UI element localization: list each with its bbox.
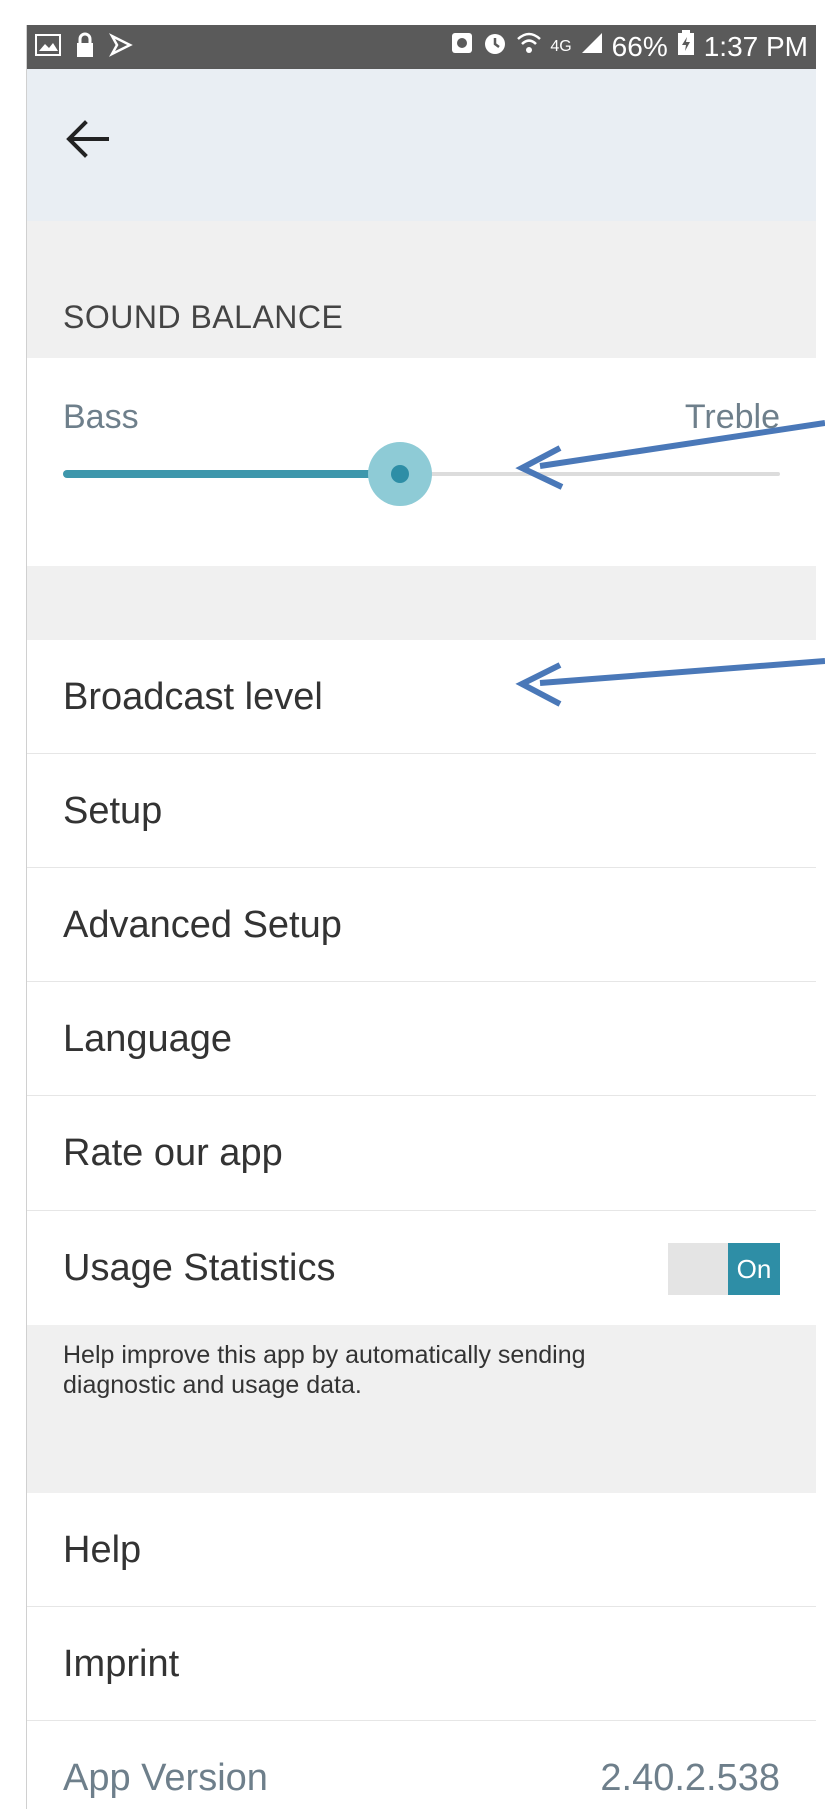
usage-statistics-item: Usage Statistics On [27,1211,816,1324]
toggle-knob: On [728,1243,780,1295]
setup-label: Setup [63,790,163,832]
treble-label: Treble [684,398,780,436]
advanced-setup-item[interactable]: Advanced Setup [27,868,816,981]
section-spacer [27,566,816,640]
usage-help-panel: Help improve this app by automatically s… [27,1325,816,1493]
app-bar [27,69,816,221]
cast-icon [108,33,133,65]
network-type: 4G [550,38,572,55]
broadcast-level-label: Broadcast level [63,676,323,718]
broadcast-level-item[interactable]: Broadcast level [27,640,816,753]
battery-percent: 66% [611,31,668,62]
section-title: SOUND BALANCE [63,299,344,335]
help-item[interactable]: Help [27,1493,816,1606]
status-bar: 4G 66% 1:37 PM [27,25,816,69]
back-button[interactable] [57,107,121,171]
wifi-icon [516,31,542,63]
alarm-icon [482,30,508,64]
battery-icon [676,29,696,65]
imprint-label: Imprint [63,1643,180,1685]
usage-statistics-label: Usage Statistics [63,1247,336,1289]
lock-icon [75,32,95,66]
sound-balance-slider[interactable] [63,442,780,506]
bass-label: Bass [63,398,139,436]
help-label: Help [63,1529,142,1571]
sound-balance-card: Bass Treble [27,358,816,566]
arrow-left-icon [66,120,109,158]
section-header: SOUND BALANCE [27,221,816,358]
setup-item[interactable]: Setup [27,754,816,867]
gallery-icon [35,34,61,64]
rate-app-item[interactable]: Rate our app [27,1096,816,1209]
slider-thumb-dot [390,465,409,483]
advanced-setup-label: Advanced Setup [63,904,342,946]
app-version-label: App Version [63,1757,268,1799]
slider-fill [63,470,400,478]
app-version-value: 2.40.2.538 [600,1757,780,1799]
app-version-item: App Version 2.40.2.538 [27,1721,816,1809]
language-label: Language [63,1018,233,1060]
phone-screen: 4G 66% 1:37 PM SOUND BALANCE Bass Treble [26,25,816,1809]
language-item[interactable]: Language [27,982,816,1095]
usage-statistics-toggle[interactable]: On [668,1243,780,1295]
rate-app-label: Rate our app [63,1132,283,1174]
imprint-item[interactable]: Imprint [27,1607,816,1720]
signal-icon [580,31,604,63]
nfc-icon [450,31,474,63]
status-time: 1:37 PM [703,31,808,62]
slider-thumb[interactable] [367,442,432,506]
usage-help-text: Help improve this app by automatically s… [63,1341,586,1399]
